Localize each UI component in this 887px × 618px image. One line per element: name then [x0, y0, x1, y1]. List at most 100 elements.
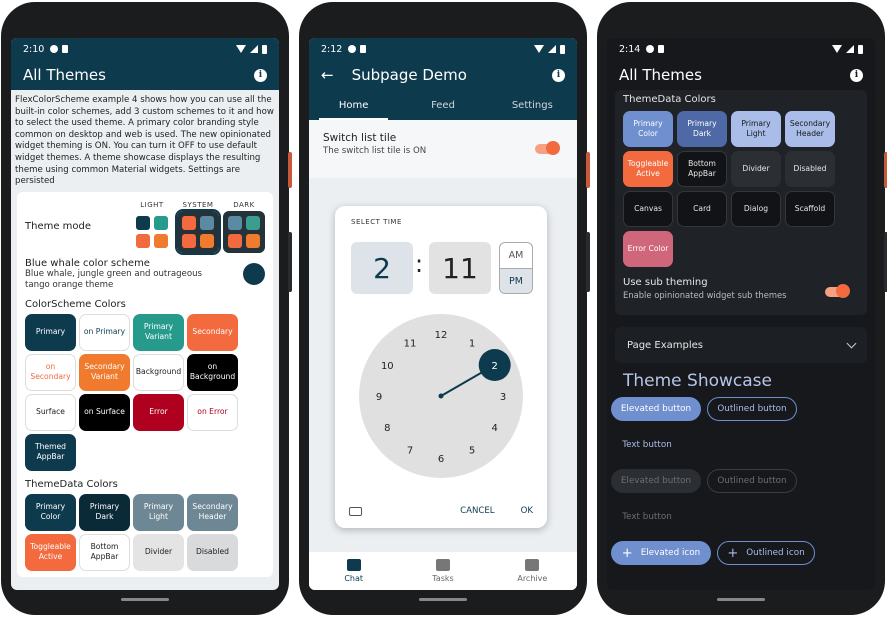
- info-icon[interactable]: i: [850, 68, 863, 82]
- info-icon[interactable]: i: [552, 68, 565, 82]
- cancel-button[interactable]: CANCEL: [460, 506, 495, 516]
- tab-bar: Home Feed Settings: [309, 90, 577, 120]
- color-chip: Toggleable Active: [623, 151, 673, 187]
- battery-icon: [262, 44, 267, 54]
- color-chip: Secondary: [187, 313, 238, 351]
- screen-all-themes-light: 2:10 All Themes i FlexColorScheme exampl…: [11, 38, 279, 590]
- tab-feed[interactable]: Feed: [398, 90, 487, 120]
- status-time: 2:12: [321, 43, 343, 55]
- am-button[interactable]: AM: [500, 243, 532, 268]
- volume-button: [288, 232, 292, 292]
- keyboard-icon[interactable]: [349, 506, 362, 516]
- signal-icon: [846, 45, 854, 53]
- text-button[interactable]: Text button: [611, 433, 683, 457]
- dial-number[interactable]: 12: [435, 330, 448, 341]
- select-time-label: SELECT TIME: [351, 218, 402, 226]
- dial-number[interactable]: 3: [500, 392, 506, 403]
- add-icon: +: [727, 545, 739, 561]
- status-time: 2:10: [23, 43, 45, 55]
- color-chip: Primary Color: [25, 493, 76, 531]
- outlined-button[interactable]: Outlined button: [707, 397, 797, 421]
- theme-mode-label: Theme mode: [25, 221, 92, 233]
- color-chip: Error: [133, 393, 184, 431]
- color-chip: Themed AppBar: [25, 433, 76, 471]
- switch-list-tile[interactable]: Switch list tile The switch list tile is…: [309, 120, 577, 178]
- theme-mode-row: Theme mode LIGHT SYSTEM DARK: [25, 198, 265, 256]
- elevated-icon-button[interactable]: + Elevated icon: [611, 541, 711, 565]
- nav-chat[interactable]: Chat: [309, 552, 398, 590]
- sub-theming-toggle[interactable]: [825, 284, 850, 298]
- phone-2: 2:12 ← Subpage Demo i Home Feed Settings…: [299, 2, 590, 615]
- status-time: 2:14: [619, 43, 641, 55]
- color-chip: Bottom AppBar: [79, 533, 130, 571]
- app-bar: All Themes i: [607, 60, 875, 90]
- theme-mode-light[interactable]: LIGHT: [131, 201, 173, 253]
- dial-number[interactable]: 6: [438, 454, 444, 465]
- theme-mode-system[interactable]: SYSTEM: [175, 201, 221, 255]
- theme-mode-dark[interactable]: DARK: [223, 201, 265, 253]
- time-separator: :: [415, 250, 424, 278]
- power-button: [586, 152, 590, 188]
- dial-number[interactable]: 5: [469, 446, 475, 457]
- dial-number[interactable]: 10: [381, 361, 394, 372]
- pm-button[interactable]: PM: [500, 268, 532, 293]
- page-examples-expander[interactable]: Page Examples: [615, 327, 867, 363]
- clock-dial[interactable]: 121234567891011: [359, 314, 523, 478]
- page-title: All Themes: [619, 66, 702, 84]
- screen-all-themes-dark: 2:14 All Themes i ThemeData Colors Prima…: [607, 38, 875, 590]
- hour-field[interactable]: 2: [351, 242, 413, 294]
- outlined-icon-button[interactable]: + Outlined icon: [717, 541, 815, 565]
- color-chip: Primary Dark: [79, 493, 130, 531]
- nav-archive[interactable]: Archive: [488, 552, 577, 590]
- outlined-button-disabled: Outlined button: [707, 469, 797, 493]
- sub-theming-title: Use sub theming: [623, 277, 708, 288]
- color-chip: Dialog: [731, 191, 781, 227]
- color-chip: Toggleable Active: [25, 533, 76, 571]
- switch-toggle[interactable]: [535, 141, 560, 155]
- color-chip: Primary Variant: [133, 313, 184, 351]
- status-bar: 2:12: [309, 38, 577, 60]
- back-arrow-icon[interactable]: ←: [321, 66, 334, 84]
- color-chip: on Error: [187, 393, 238, 431]
- color-chip: Disabled: [785, 151, 835, 187]
- color-chip: Primary Color: [623, 111, 673, 147]
- add-icon: +: [621, 545, 633, 561]
- colorscheme-colors-title: ColorScheme Colors: [25, 298, 126, 310]
- color-chip: Divider: [133, 533, 184, 571]
- phone-1: 2:10 All Themes i FlexColorScheme exampl…: [1, 2, 292, 615]
- dial-number[interactable]: 7: [407, 446, 413, 457]
- nav-tasks[interactable]: Tasks: [398, 552, 487, 590]
- page-title: Subpage Demo: [351, 66, 467, 84]
- dial-number[interactable]: 11: [404, 338, 417, 349]
- color-scheme-row[interactable]: Blue whale color scheme Blue whale, jung…: [25, 258, 265, 291]
- chevron-down-icon: [846, 338, 857, 348]
- dial-number[interactable]: 1: [469, 338, 475, 349]
- wifi-icon: [534, 45, 544, 53]
- tab-settings[interactable]: Settings: [488, 90, 577, 120]
- minute-field[interactable]: 11: [429, 242, 491, 294]
- ok-button[interactable]: OK: [521, 506, 533, 516]
- themedata-card: ThemeData Colors Primary Color Primary Da…: [615, 90, 867, 315]
- dial-number[interactable]: 8: [384, 423, 390, 434]
- notification-icon: [50, 45, 59, 53]
- am-pm-toggle: AM PM: [499, 242, 533, 294]
- volume-button: [586, 232, 590, 292]
- sub-theming-row[interactable]: Use sub theming Enable opinionated widge…: [623, 277, 859, 307]
- text-button-disabled: Text button: [622, 512, 672, 522]
- dial-number[interactable]: 4: [492, 423, 498, 434]
- color-chip: Primary Light: [731, 111, 781, 147]
- page-examples-label: Page Examples: [627, 339, 703, 351]
- switch-subtitle: The switch list tile is ON: [323, 146, 427, 156]
- home-indicator: [121, 598, 169, 601]
- info-icon[interactable]: i: [254, 68, 267, 82]
- elevated-button[interactable]: Elevated button: [611, 397, 701, 421]
- color-scheme-title: Blue whale color scheme: [25, 257, 150, 269]
- notification-icon: [348, 45, 357, 53]
- dial-number[interactable]: 2: [492, 361, 498, 372]
- dial-number[interactable]: 9: [376, 392, 382, 403]
- tab-home[interactable]: Home: [309, 90, 398, 120]
- archive-icon: [525, 559, 540, 571]
- color-chip: Secondary Header: [187, 493, 238, 531]
- color-scheme-subtitle: Blue whale, jungle green and outrageous …: [25, 268, 203, 290]
- phone-3: 2:14 All Themes i ThemeData Colors Prima…: [597, 2, 887, 615]
